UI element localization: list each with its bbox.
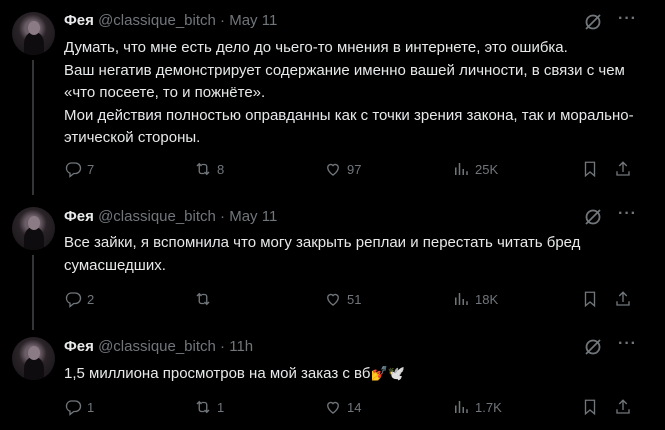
repost-button[interactable]: 1 [194,398,224,416]
repost-icon [196,162,210,176]
bookmark-button[interactable] [581,160,599,178]
more-icon[interactable]: ··· [618,205,637,223]
emoji: 💅🕊️ [370,365,406,381]
bookmark-icon [584,399,596,416]
like-icon [327,293,339,306]
tweet-line: Ваш негатив демонстрирует содержание име… [64,61,625,102]
like-button[interactable]: 51 [324,290,361,308]
like-count: 97 [347,161,362,177]
like-icon [327,163,339,176]
views-count: 25K [475,161,499,177]
like-count: 14 [347,399,362,415]
repost-button[interactable] [194,290,217,308]
bookmark-button[interactable] [581,290,599,308]
share-button[interactable] [614,290,632,308]
repost-button[interactable]: 8 [194,160,224,178]
like-count: 51 [347,291,362,307]
repost-icon [196,400,210,414]
like-icon [327,401,339,414]
repost-count: 8 [217,161,225,177]
reply-icon [65,400,82,416]
separator: · [220,12,226,29]
reply-button[interactable]: 1 [64,398,94,416]
tweet-date[interactable]: May 11 [229,12,277,29]
user-handle[interactable]: @classique_bitch [98,12,216,29]
tweet-text: 1,5 миллиона просмотров на мой заказ с в… [64,362,654,386]
reply-icon [65,162,82,178]
tweet-line: Все зайки, я вспомнила что могу закрыть … [64,234,581,274]
thread-line [32,255,34,330]
views-button[interactable]: 25K [452,160,498,178]
views-icon [455,163,468,175]
grok-icon[interactable] [583,337,603,362]
reply-icon [65,292,82,308]
share-icon [616,399,630,414]
share-icon [616,291,630,306]
like-button[interactable]: 97 [324,160,361,178]
tweet-line: Думать, что мне есть дело до чьего-то мн… [64,39,568,56]
repost-icon [196,292,210,306]
reply-count: 7 [87,161,95,177]
tweet-date[interactable]: 11h [229,338,253,355]
thread-line [32,60,34,195]
display-name[interactable]: Фея [64,12,94,29]
separator: · [220,338,226,355]
share-icon [616,161,630,176]
tweet-actions: 2 51 18K [64,290,644,310]
reply-button[interactable]: 7 [64,160,94,178]
tweet-header: Фея @classique_bitch · May 11 [64,208,277,226]
bookmark-icon [584,291,596,308]
more-icon[interactable]: ··· [618,335,637,353]
share-button[interactable] [614,160,632,178]
share-button[interactable] [614,398,632,416]
views-button[interactable]: 1.7K [452,398,502,416]
tweet-2[interactable]: Фея @classique_bitch · May 11 ··· Все за… [0,195,665,330]
tweet-date[interactable]: May 11 [229,208,277,225]
separator: · [220,208,226,225]
tweet-text: Думать, что мне есть дело до чьего-то мн… [64,37,654,150]
display-name[interactable]: Фея [64,338,94,355]
tweet-3[interactable]: Фея @classique_bitch · 11h ··· 1,5 милли… [0,325,665,430]
user-handle[interactable]: @classique_bitch [98,208,216,225]
tweet-header: Фея @classique_bitch · 11h [64,338,253,356]
reply-count: 1 [87,399,95,415]
display-name[interactable]: Фея [64,208,94,225]
views-icon [455,401,468,413]
more-icon[interactable]: ··· [618,10,637,28]
avatar[interactable] [12,207,55,250]
tweet-1[interactable]: Фея @classique_bitch · May 11 ··· Думать… [0,0,665,195]
tweet-line: Мои действия полностью оправданны как с … [64,106,634,147]
tweet-actions: 1 1 14 1.7K [64,398,644,418]
bookmark-icon [584,161,596,178]
bookmark-button[interactable] [581,398,599,416]
grok-icon[interactable] [583,207,603,232]
reply-count: 2 [87,291,95,307]
views-count: 1.7K [475,399,502,415]
like-button[interactable]: 14 [324,398,361,416]
avatar[interactable] [12,337,55,380]
tweet-line: 1,5 миллиона просмотров на мой заказ с в… [64,365,371,382]
grok-icon[interactable] [583,12,603,37]
avatar[interactable] [12,12,55,55]
views-icon [455,293,468,305]
user-handle[interactable]: @classique_bitch [98,338,216,355]
tweet-actions: 7 8 97 25K [64,160,644,180]
tweet-header: Фея @classique_bitch · May 11 [64,12,277,30]
repost-count: 1 [217,399,225,415]
tweet-text: Все зайки, я вспомнила что могу закрыть … [64,232,634,277]
reply-button[interactable]: 2 [64,290,94,308]
views-count: 18K [475,291,499,307]
views-button[interactable]: 18K [452,290,498,308]
